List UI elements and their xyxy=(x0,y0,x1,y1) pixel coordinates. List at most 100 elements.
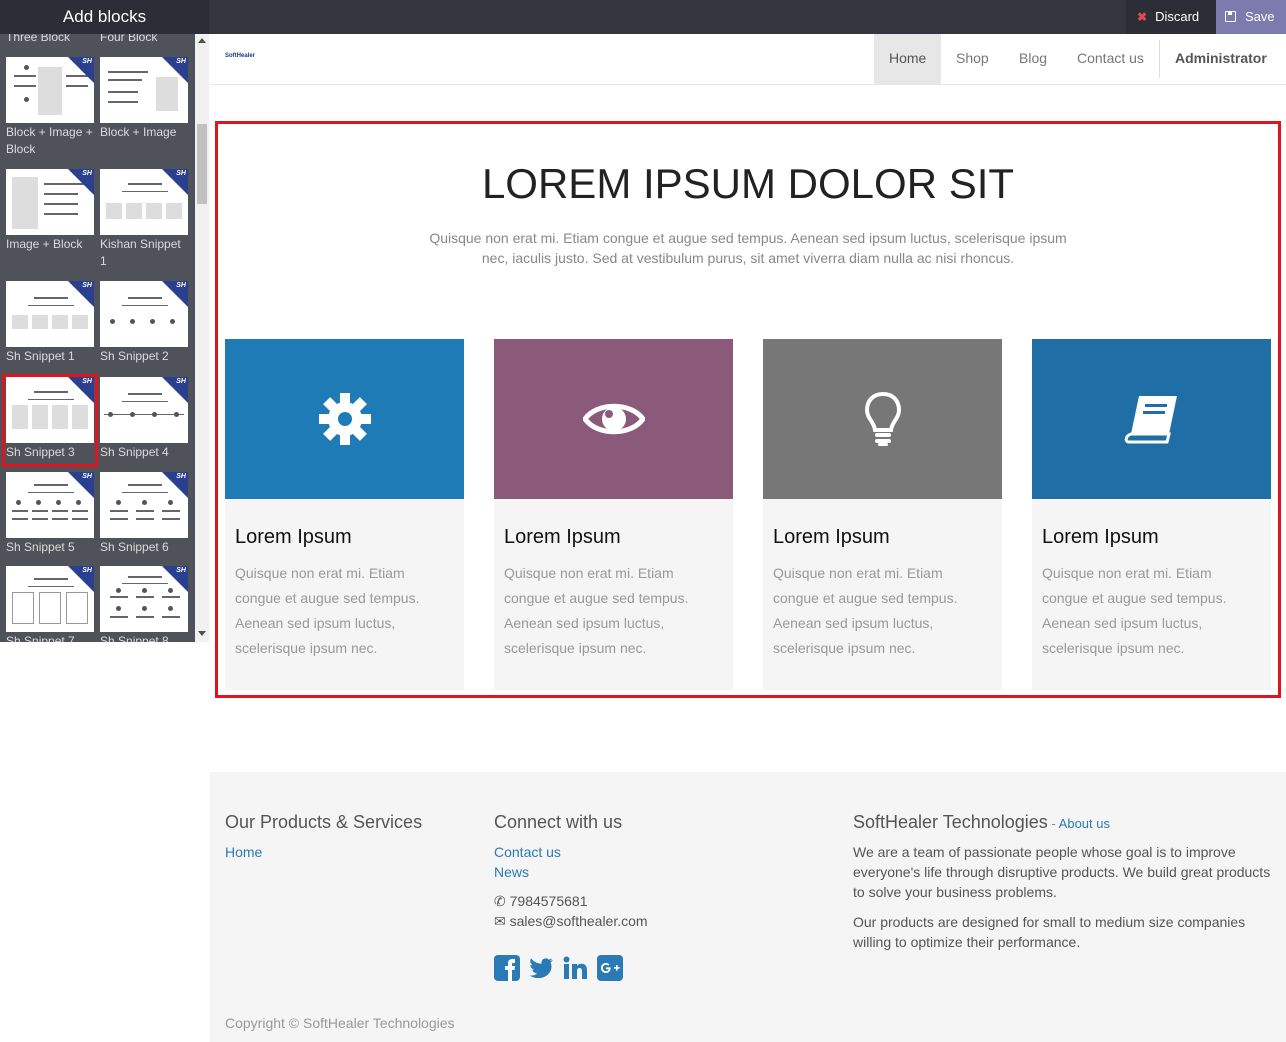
site-footer: Our Products & Services Home Connect wit… xyxy=(210,772,1286,1042)
site-logo[interactable]: SoftHealer xyxy=(225,53,255,59)
block-label: Block + Image + Block xyxy=(6,125,93,156)
phone-icon: ✆ xyxy=(494,893,510,909)
about-us-link[interactable]: About us xyxy=(1059,816,1110,831)
card-title: Lorem Ipsum xyxy=(1042,526,1159,548)
footer-products-title: Our Products & Services xyxy=(225,812,423,832)
card-icon-band xyxy=(225,339,464,499)
block-label: Sh Snippet 2 xyxy=(100,349,169,363)
block-sh-snippet-3[interactable]: SH Sh Snippet 3 xyxy=(2,374,98,467)
card-icon-band xyxy=(494,339,733,499)
email-address: sales@softhealer.com xyxy=(509,913,648,929)
block-thumbnail: SH xyxy=(6,169,94,235)
footer-company-title: SoftHealer Technologies - About us xyxy=(853,812,1110,833)
about-separator: - xyxy=(1051,816,1056,831)
copyright-text: Copyright © SoftHealer Technologies xyxy=(225,1015,455,1031)
block-label: Sh Snippet 5 xyxy=(6,540,75,554)
site-header: SoftHealer Home Shop Blog Contact us Adm… xyxy=(210,34,1286,108)
sh-badge: SH xyxy=(176,567,186,574)
block-label: Sh Snippet 4 xyxy=(100,445,169,459)
sh-badge: SH xyxy=(82,282,92,289)
sh-badge: SH xyxy=(176,170,186,177)
footer-email[interactable]: ✉ sales@softhealer.com xyxy=(494,911,648,931)
card-text: Quisque non erat mi. Etiam congue et aug… xyxy=(235,565,420,656)
hero-title: LOREM IPSUM DOLOR SIT xyxy=(481,160,1015,207)
block-label: Sh Snippet 8 xyxy=(100,634,169,642)
blocks-panel[interactable]: Three Block Four Block SH Block + Image … xyxy=(0,34,209,642)
nav-blog[interactable]: Blog xyxy=(1004,34,1062,84)
save-button[interactable]: Save xyxy=(1216,0,1286,34)
google-plus-icon[interactable] xyxy=(597,955,623,981)
block-sh-snippet-6[interactable]: SH Sh Snippet 6 xyxy=(100,472,188,556)
feature-card[interactable]: Lorem Ipsum Quisque non erat mi. Etiam c… xyxy=(1032,339,1271,690)
block-thumbnail: SH xyxy=(6,57,94,123)
block-sh-snippet-5[interactable]: SH Sh Snippet 5 xyxy=(6,472,94,556)
twitter-icon[interactable] xyxy=(528,955,554,981)
user-menu-label: Administrator xyxy=(1175,50,1267,66)
block-thumbnail: SH xyxy=(100,472,188,538)
block-label: Kishan Snippet 1 xyxy=(100,237,181,268)
book-icon xyxy=(1124,396,1177,444)
scroll-up-icon[interactable] xyxy=(198,38,206,43)
footer-about-text-2: Our products are designed for small to m… xyxy=(853,914,1246,950)
footer-link-news[interactable]: News xyxy=(494,864,529,880)
eye-icon xyxy=(582,403,645,435)
card-title: Lorem Ipsum xyxy=(504,526,621,548)
facebook-icon[interactable] xyxy=(494,955,520,981)
block-label-partial: Three Block xyxy=(6,34,71,44)
card-text: Quisque non erat mi. Etiam congue et aug… xyxy=(1042,565,1227,656)
sh-badge: SH xyxy=(82,58,92,65)
footer-about-text-1: We are a team of passionate people whose… xyxy=(853,844,1271,900)
block-thumbnail: SH xyxy=(100,57,188,123)
panel-title: Add blocks xyxy=(62,7,147,26)
logo-text: SoftHealer xyxy=(225,53,256,59)
block-label: Sh Snippet 3 xyxy=(6,445,75,459)
block-label-partial: Four Block xyxy=(100,34,158,44)
close-icon: ✖ xyxy=(1137,10,1148,24)
block-sh-snippet-4[interactable]: SH Sh Snippet 4 xyxy=(100,377,188,461)
linkedin-icon[interactable] xyxy=(562,955,588,981)
card-title: Lorem Ipsum xyxy=(235,526,352,548)
block-label: Sh Snippet 7 xyxy=(6,634,75,642)
scroll-down-icon[interactable] xyxy=(198,631,206,636)
scrollbar-thumb[interactable] xyxy=(197,124,207,204)
footer-link-home[interactable]: Home xyxy=(225,844,262,860)
title-separator: - xyxy=(1048,816,1059,831)
block-thumbnail: SH xyxy=(6,472,94,538)
sh-badge: SH xyxy=(176,282,186,289)
feature-card[interactable]: Lorem Ipsum Quisque non erat mi. Etiam c… xyxy=(494,339,733,690)
block-thumbnail: SH xyxy=(6,377,94,443)
feature-card[interactable]: Lorem Ipsum Quisque non erat mi. Etiam c… xyxy=(763,339,1002,690)
company-name: SoftHealer Technologies xyxy=(853,812,1048,832)
discard-button[interactable]: ✖ Discard xyxy=(1126,0,1216,34)
user-menu[interactable]: Administrator xyxy=(1160,34,1286,108)
block-thumbnail: SH xyxy=(100,377,188,443)
block-sh-snippet-7[interactable]: SH Sh Snippet 7 xyxy=(6,566,94,642)
block-image-block[interactable]: SH Image + Block xyxy=(6,169,94,253)
sh-badge: SH xyxy=(82,378,92,385)
nav-contact-us[interactable]: Contact us xyxy=(1062,34,1159,84)
sh-badge: SH xyxy=(176,473,186,480)
feature-card[interactable]: Lorem Ipsum Quisque non erat mi. Etiam c… xyxy=(225,339,464,690)
editor-toolbar: Add blocks ✖ Discard Save xyxy=(0,0,1286,34)
discard-label: Discard xyxy=(1155,9,1200,24)
block-kishan-snippet-1[interactable]: SH Kishan Snippet 1 xyxy=(100,169,188,270)
card-text: Quisque non erat mi. Etiam congue et aug… xyxy=(504,565,689,656)
footer-link-contact-us[interactable]: Contact us xyxy=(494,844,561,860)
block-thumbnail: SH xyxy=(100,281,188,347)
block-block-image[interactable]: SH Block + Image xyxy=(100,57,188,141)
block-thumbnail: SH xyxy=(100,566,188,632)
block-thumbnail: SH xyxy=(6,281,94,347)
block-label: Block + Image xyxy=(100,125,177,139)
nav-shop[interactable]: Shop xyxy=(941,34,1004,84)
sh-badge: SH xyxy=(82,170,92,177)
nav-home[interactable]: Home xyxy=(874,34,942,84)
block-sh-snippet-1[interactable]: SH Sh Snippet 1 xyxy=(6,281,94,365)
save-icon xyxy=(1225,11,1236,22)
sh-badge: SH xyxy=(82,473,92,480)
footer-connect-title: Connect with us xyxy=(494,812,623,832)
block-sh-snippet-2[interactable]: SH Sh Snippet 2 xyxy=(100,281,188,365)
block-sh-snippet-8[interactable]: SH Sh Snippet 8 xyxy=(100,566,188,642)
card-icon-band xyxy=(763,339,1002,499)
lightbulb-icon xyxy=(864,391,901,446)
block-block-image-block[interactable]: SH Block + Image + Block xyxy=(6,57,94,158)
